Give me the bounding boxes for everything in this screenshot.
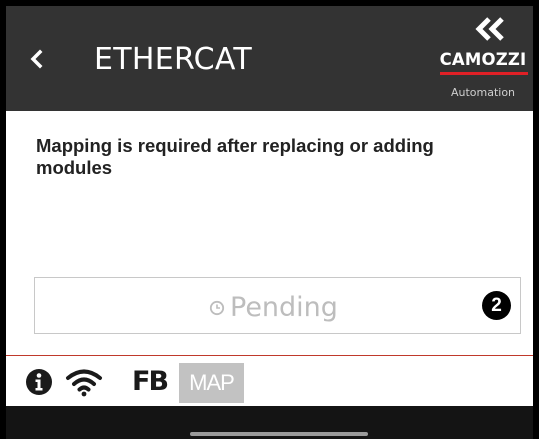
- info-button[interactable]: [25, 368, 53, 401]
- mapping-required-message: Mapping is required after replacing or a…: [36, 135, 434, 178]
- brand-subtitle: Automation: [450, 86, 516, 99]
- back-button[interactable]: [26, 44, 46, 74]
- count-badge: 2: [482, 291, 511, 320]
- pending-status-button[interactable]: Pending 2: [34, 277, 521, 334]
- bottom-toolbar: FB MAP: [6, 356, 533, 406]
- page-title: ETHERCAT: [94, 42, 253, 77]
- brand-accent-bar: [440, 72, 528, 75]
- chevron-left-icon: [30, 49, 43, 69]
- home-indicator[interactable]: [190, 432, 368, 436]
- brand-logo: CAMOZZI Automation: [433, 6, 533, 111]
- fieldbus-button[interactable]: FB: [132, 366, 169, 397]
- info-icon: [26, 369, 52, 395]
- system-nav-bar: [6, 406, 533, 439]
- app-screen: ETHERCAT CAMOZZI Automation Mapping is r…: [6, 6, 533, 439]
- clock-icon: [209, 300, 225, 316]
- brand-name: CAMOZZI: [439, 50, 527, 69]
- wifi-icon: [66, 369, 102, 397]
- app-header: ETHERCAT CAMOZZI Automation: [6, 6, 533, 111]
- wifi-button[interactable]: [65, 367, 103, 402]
- pending-label: Pending: [230, 292, 338, 323]
- map-button[interactable]: MAP: [179, 363, 244, 403]
- camozzi-logo-icon: [475, 17, 504, 41]
